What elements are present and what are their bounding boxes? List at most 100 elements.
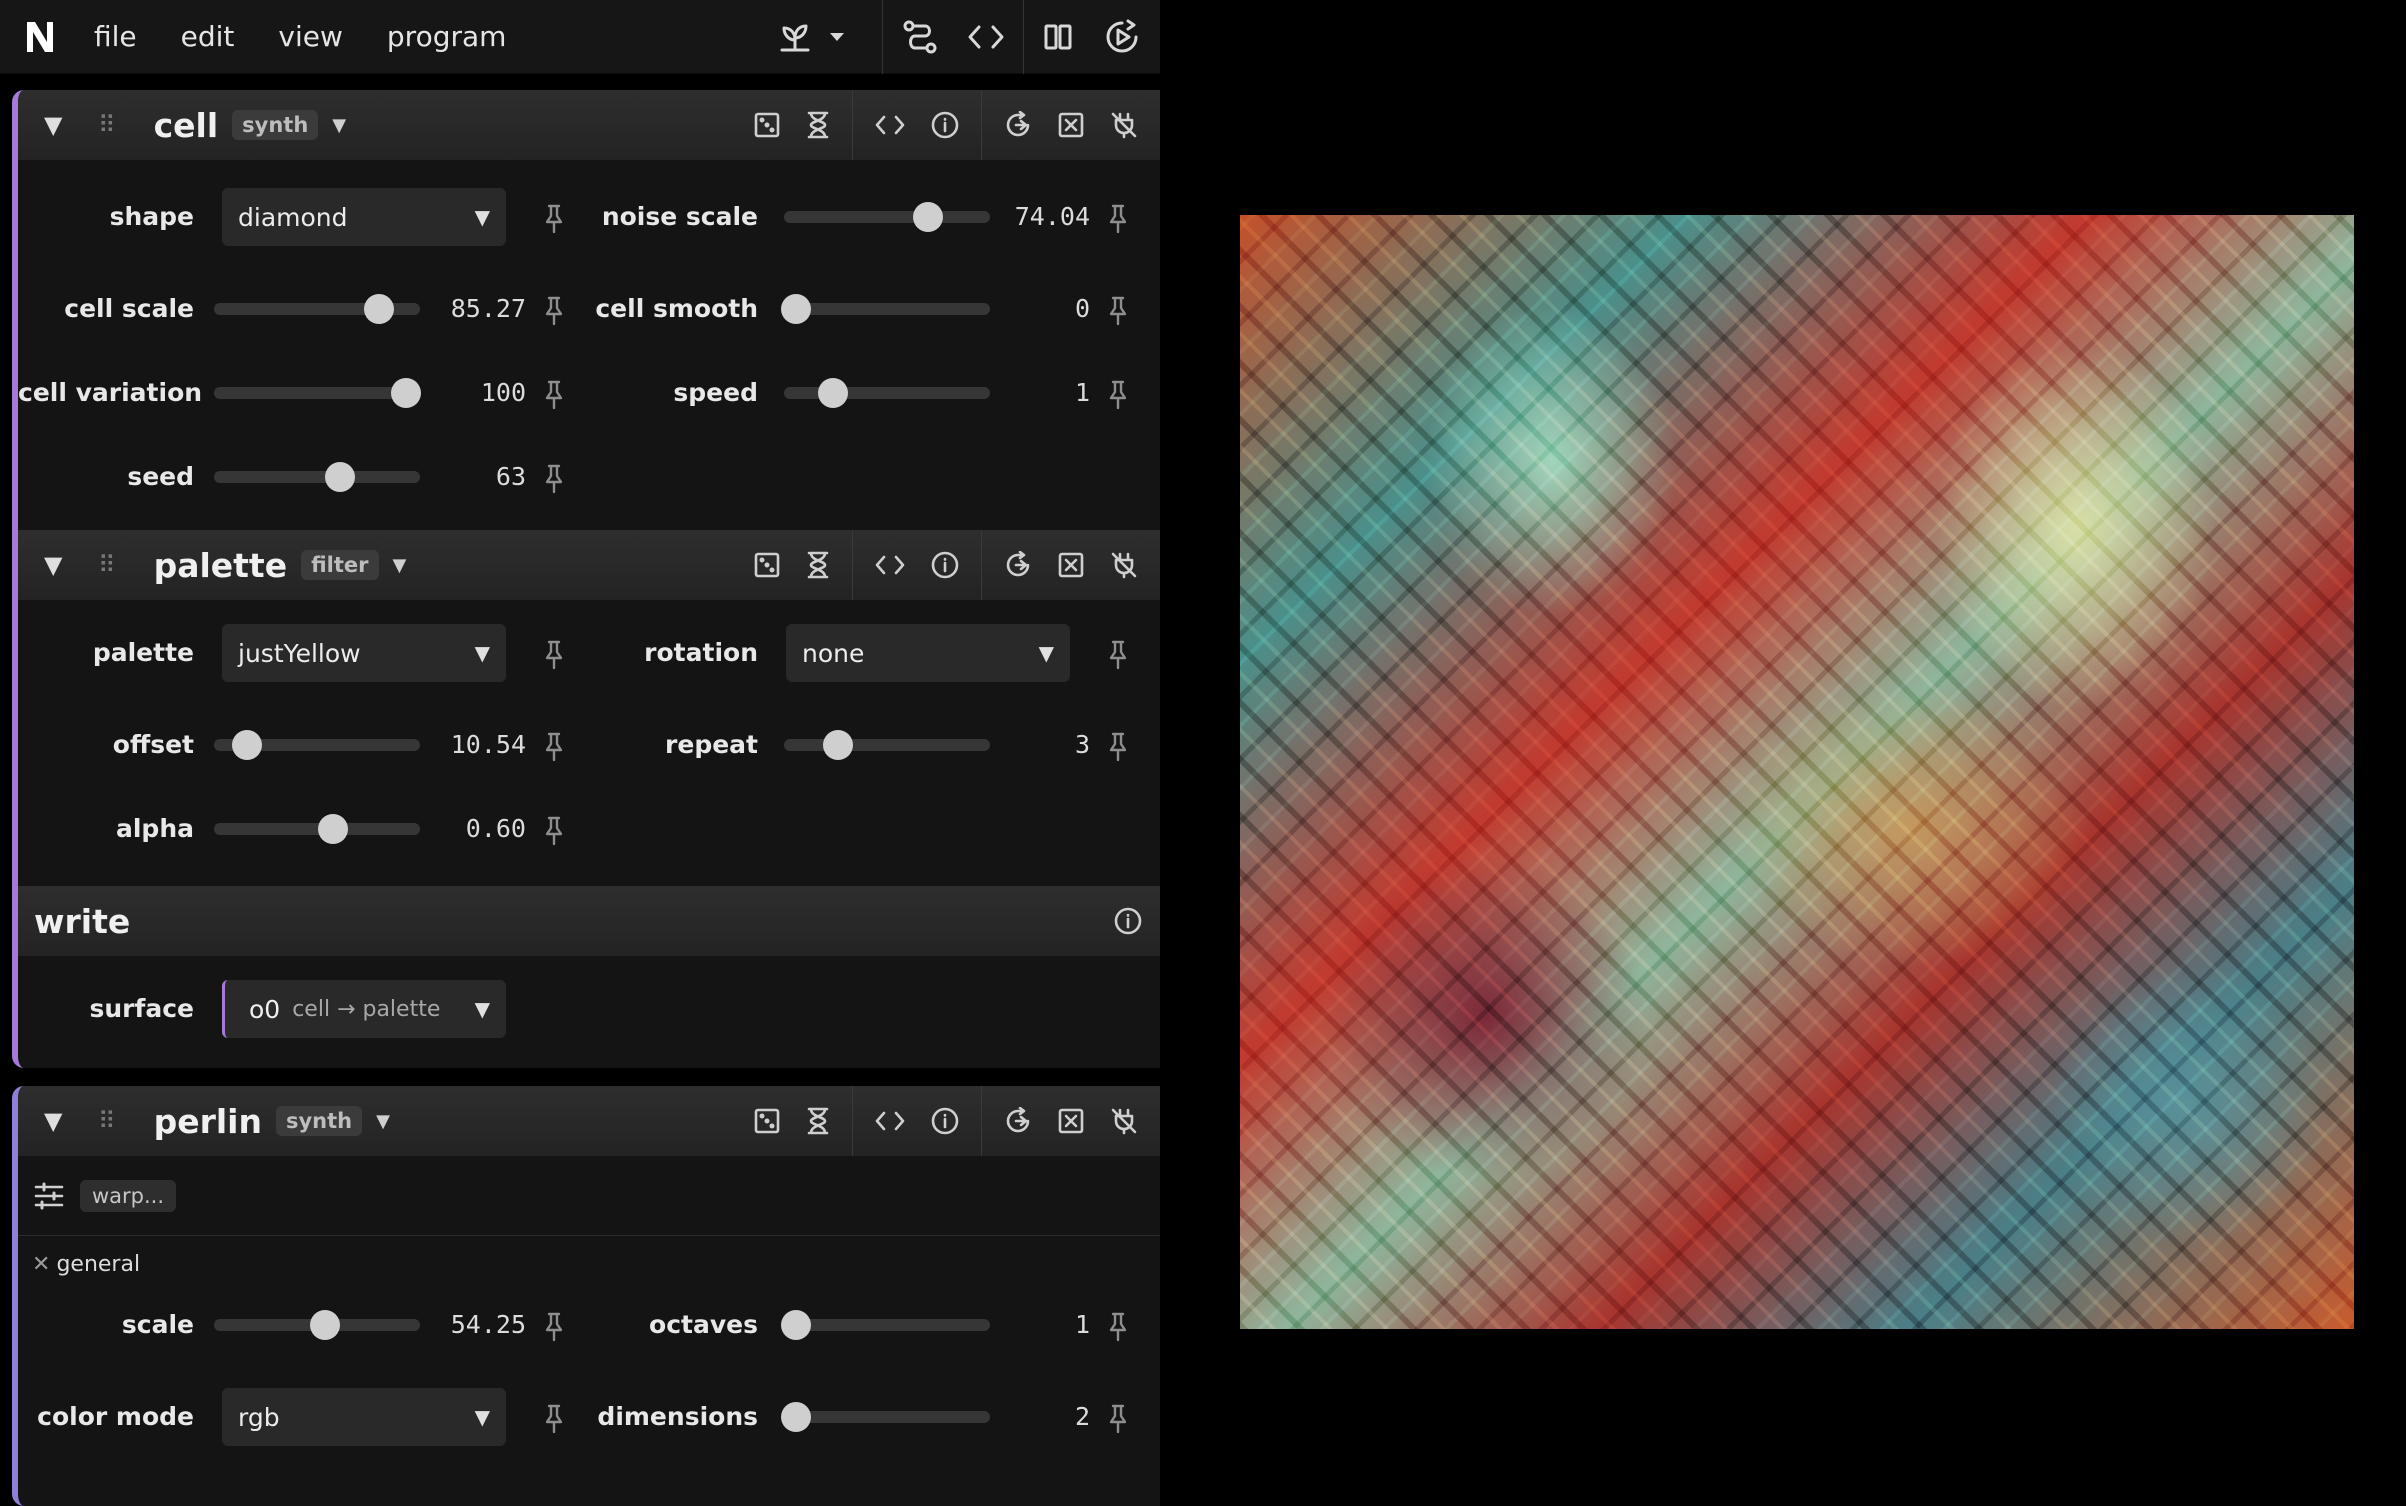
- pin-icon[interactable]: [1106, 296, 1130, 330]
- collapse-toggle[interactable]: ▼: [44, 111, 72, 139]
- plant-theme-icon[interactable]: [776, 20, 814, 54]
- slider-thumb[interactable]: [324, 462, 355, 492]
- menu-program[interactable]: program: [365, 20, 529, 53]
- info-icon[interactable]: [1114, 907, 1142, 935]
- module-actions: [732, 1086, 1160, 1156]
- pin-icon[interactable]: [542, 204, 566, 238]
- reset-icon[interactable]: [1004, 1107, 1032, 1135]
- split-view-icon[interactable]: [1042, 21, 1074, 53]
- info-icon[interactable]: [931, 551, 959, 579]
- color-mode-select[interactable]: rgb ▼: [222, 1388, 506, 1446]
- randomize-icon[interactable]: [754, 552, 780, 578]
- pin-icon[interactable]: [542, 640, 566, 674]
- slider-thumb[interactable]: [913, 202, 944, 232]
- delete-icon[interactable]: [1058, 112, 1084, 138]
- palette-module-header: ▼ ⠿ palette filter ▼: [18, 530, 1160, 600]
- bypass-icon[interactable]: [1110, 1107, 1138, 1135]
- module-type-chevron-icon[interactable]: ▼: [393, 555, 407, 576]
- hourglass-icon[interactable]: [806, 551, 830, 579]
- perlin-toolbar: warp...: [18, 1156, 1160, 1236]
- pin-icon[interactable]: [1106, 1312, 1130, 1346]
- module-type-chevron-icon[interactable]: ▼: [376, 1111, 390, 1132]
- drag-handle-icon[interactable]: ⠿: [98, 1107, 116, 1135]
- seed-slider[interactable]: [214, 462, 420, 492]
- autoplay-icon[interactable]: [1102, 17, 1142, 57]
- hourglass-icon[interactable]: [806, 111, 830, 139]
- reset-icon[interactable]: [1004, 111, 1032, 139]
- slider-thumb[interactable]: [781, 294, 812, 324]
- slider-thumb[interactable]: [318, 814, 349, 844]
- pin-icon[interactable]: [1106, 204, 1130, 238]
- general-section[interactable]: ✕ general: [32, 1252, 140, 1277]
- randomize-icon[interactable]: [754, 112, 780, 138]
- octaves-slider[interactable]: [781, 1310, 990, 1340]
- bypass-icon[interactable]: [1110, 551, 1138, 579]
- pin-icon[interactable]: [542, 296, 566, 330]
- write-title: write: [34, 901, 131, 941]
- slider-thumb[interactable]: [818, 378, 849, 408]
- drag-handle-icon[interactable]: ⠿: [98, 551, 116, 579]
- hourglass-icon[interactable]: [806, 1107, 830, 1135]
- reset-icon[interactable]: [1004, 551, 1032, 579]
- app-logo[interactable]: [0, 0, 80, 74]
- route-icon[interactable]: [901, 18, 939, 56]
- scale-slider[interactable]: [214, 1310, 420, 1340]
- color-mode-value: rgb: [238, 1402, 280, 1432]
- delete-icon[interactable]: [1058, 552, 1084, 578]
- pin-icon[interactable]: [1106, 1404, 1130, 1438]
- shape-select[interactable]: diamond ▼: [222, 188, 506, 246]
- code-icon[interactable]: [875, 1110, 905, 1132]
- bypass-icon[interactable]: [1110, 111, 1138, 139]
- menu-edit[interactable]: edit: [159, 20, 257, 53]
- cell-variation-slider[interactable]: [214, 378, 421, 408]
- module-title: palette: [153, 545, 288, 585]
- pin-icon[interactable]: [542, 380, 566, 414]
- pin-icon[interactable]: [1106, 640, 1130, 674]
- theme-dropdown-chevron-icon[interactable]: [828, 31, 846, 43]
- menu-view[interactable]: view: [256, 20, 364, 53]
- pin-icon[interactable]: [542, 464, 566, 498]
- pin-icon[interactable]: [542, 816, 566, 850]
- pin-icon[interactable]: [542, 1312, 566, 1346]
- code-icon[interactable]: [875, 554, 905, 576]
- info-icon[interactable]: [931, 111, 959, 139]
- slider-thumb[interactable]: [231, 730, 262, 760]
- pin-icon[interactable]: [1106, 380, 1130, 414]
- rotation-select[interactable]: none ▼: [786, 624, 1070, 682]
- write-header: write: [18, 886, 1160, 956]
- speed-label: speed: [673, 378, 758, 407]
- code-icon[interactable]: [875, 114, 905, 136]
- module-type-chevron-icon[interactable]: ▼: [332, 115, 346, 136]
- cell-scale-slider[interactable]: [214, 294, 420, 324]
- dimensions-slider[interactable]: [781, 1402, 990, 1432]
- code-icon[interactable]: [967, 22, 1005, 52]
- pin-icon[interactable]: [542, 1404, 566, 1438]
- noise-scale-slider[interactable]: [784, 202, 990, 232]
- slider-thumb[interactable]: [781, 1310, 812, 1340]
- slider-thumb[interactable]: [310, 1310, 341, 1340]
- render-preview-canvas[interactable]: [1240, 215, 2354, 1329]
- warp-chip[interactable]: warp...: [80, 1179, 177, 1212]
- sliders-icon[interactable]: [34, 1182, 64, 1210]
- randomize-icon[interactable]: [754, 1108, 780, 1134]
- drag-handle-icon[interactable]: ⠿: [98, 111, 116, 139]
- delete-icon[interactable]: [1058, 1108, 1084, 1134]
- pin-icon[interactable]: [542, 732, 566, 766]
- repeat-slider[interactable]: [784, 730, 990, 760]
- cell-smooth-slider[interactable]: [781, 294, 990, 324]
- collapse-toggle[interactable]: ▼: [44, 1107, 72, 1135]
- surface-select[interactable]: o0 cell → palette ▼: [222, 980, 506, 1038]
- menu-file[interactable]: file: [80, 20, 159, 53]
- slider-thumb[interactable]: [363, 294, 394, 324]
- slider-thumb[interactable]: [781, 1402, 812, 1432]
- offset-slider[interactable]: [214, 730, 420, 760]
- pin-icon[interactable]: [1106, 732, 1130, 766]
- palette-select[interactable]: justYellow ▼: [222, 624, 506, 682]
- close-icon[interactable]: ✕: [32, 1252, 50, 1277]
- seed-value: 63: [495, 462, 526, 491]
- slider-thumb[interactable]: [822, 730, 853, 760]
- info-icon[interactable]: [931, 1107, 959, 1135]
- collapse-toggle[interactable]: ▼: [44, 551, 72, 579]
- speed-slider[interactable]: [784, 378, 990, 408]
- alpha-slider[interactable]: [214, 814, 420, 844]
